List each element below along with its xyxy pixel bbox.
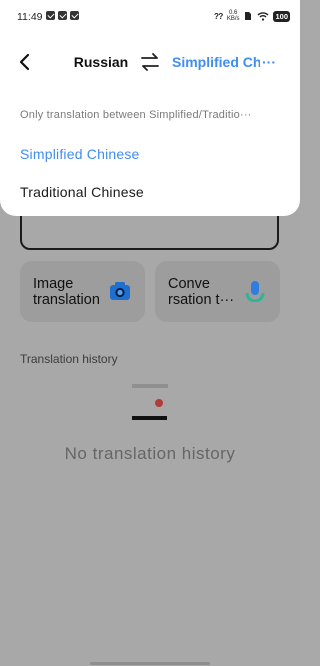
translation-restriction-note: Only translation between Simplified/Trad…	[20, 109, 280, 121]
status-indicators: ?? 0.6 KB/s 100	[214, 10, 290, 22]
camera-icon	[110, 282, 130, 300]
target-language-button[interactable]: Simplified Chi···	[172, 54, 284, 70]
source-language-button[interactable]: Russian	[66, 54, 136, 70]
status-bar: 11:49 ?? 0.6 KB/s 100	[0, 0, 300, 32]
notification-icons	[46, 11, 79, 20]
target-language-ellipsis: ···	[262, 54, 276, 70]
image-translation-label: Image translation	[33, 276, 100, 308]
empty-history-message: No translation history	[64, 444, 236, 463]
notification-icon	[70, 11, 79, 20]
conversation-translation-card[interactable]: Conve rsation t···	[155, 261, 280, 322]
sim-icon	[245, 12, 252, 20]
restriction-note-text: Only translation between Simplified/Trad…	[20, 109, 240, 121]
battery-indicator: 100	[273, 10, 290, 22]
home-indicator[interactable]	[90, 662, 210, 665]
language-option-traditional-chinese[interactable]: Traditional Chinese	[20, 184, 260, 200]
image-translation-card[interactable]: Image translation	[20, 261, 145, 322]
speed-unit: KB/s	[226, 16, 240, 22]
target-language-label: Simplified Chi	[172, 54, 260, 70]
conversation-translation-label: Conve rsation t···	[168, 276, 235, 308]
language-option-simplified-chinese[interactable]: Simplified Chinese	[20, 146, 260, 162]
chevron-left-icon[interactable]	[14, 51, 36, 73]
status-time: 11:49	[17, 11, 43, 23]
empty-history-icon	[132, 384, 168, 420]
language-toolbar: Russian Simplified Chi···	[0, 44, 300, 80]
microphone-icon	[245, 281, 265, 302]
language-selection-sheet: 11:49 ?? 0.6 KB/s 100 Russian Simplified…	[0, 0, 300, 216]
notification-icon	[58, 11, 67, 20]
restriction-note-ellipsis: ···	[239, 109, 252, 121]
network-label: ??	[214, 11, 223, 21]
swap-arrows-icon[interactable]	[139, 52, 161, 72]
wifi-icon	[257, 12, 269, 21]
notification-icon	[46, 11, 55, 20]
network-speed: 0.6 KB/s	[227, 10, 240, 22]
translation-history-title: Translation history	[20, 352, 118, 366]
